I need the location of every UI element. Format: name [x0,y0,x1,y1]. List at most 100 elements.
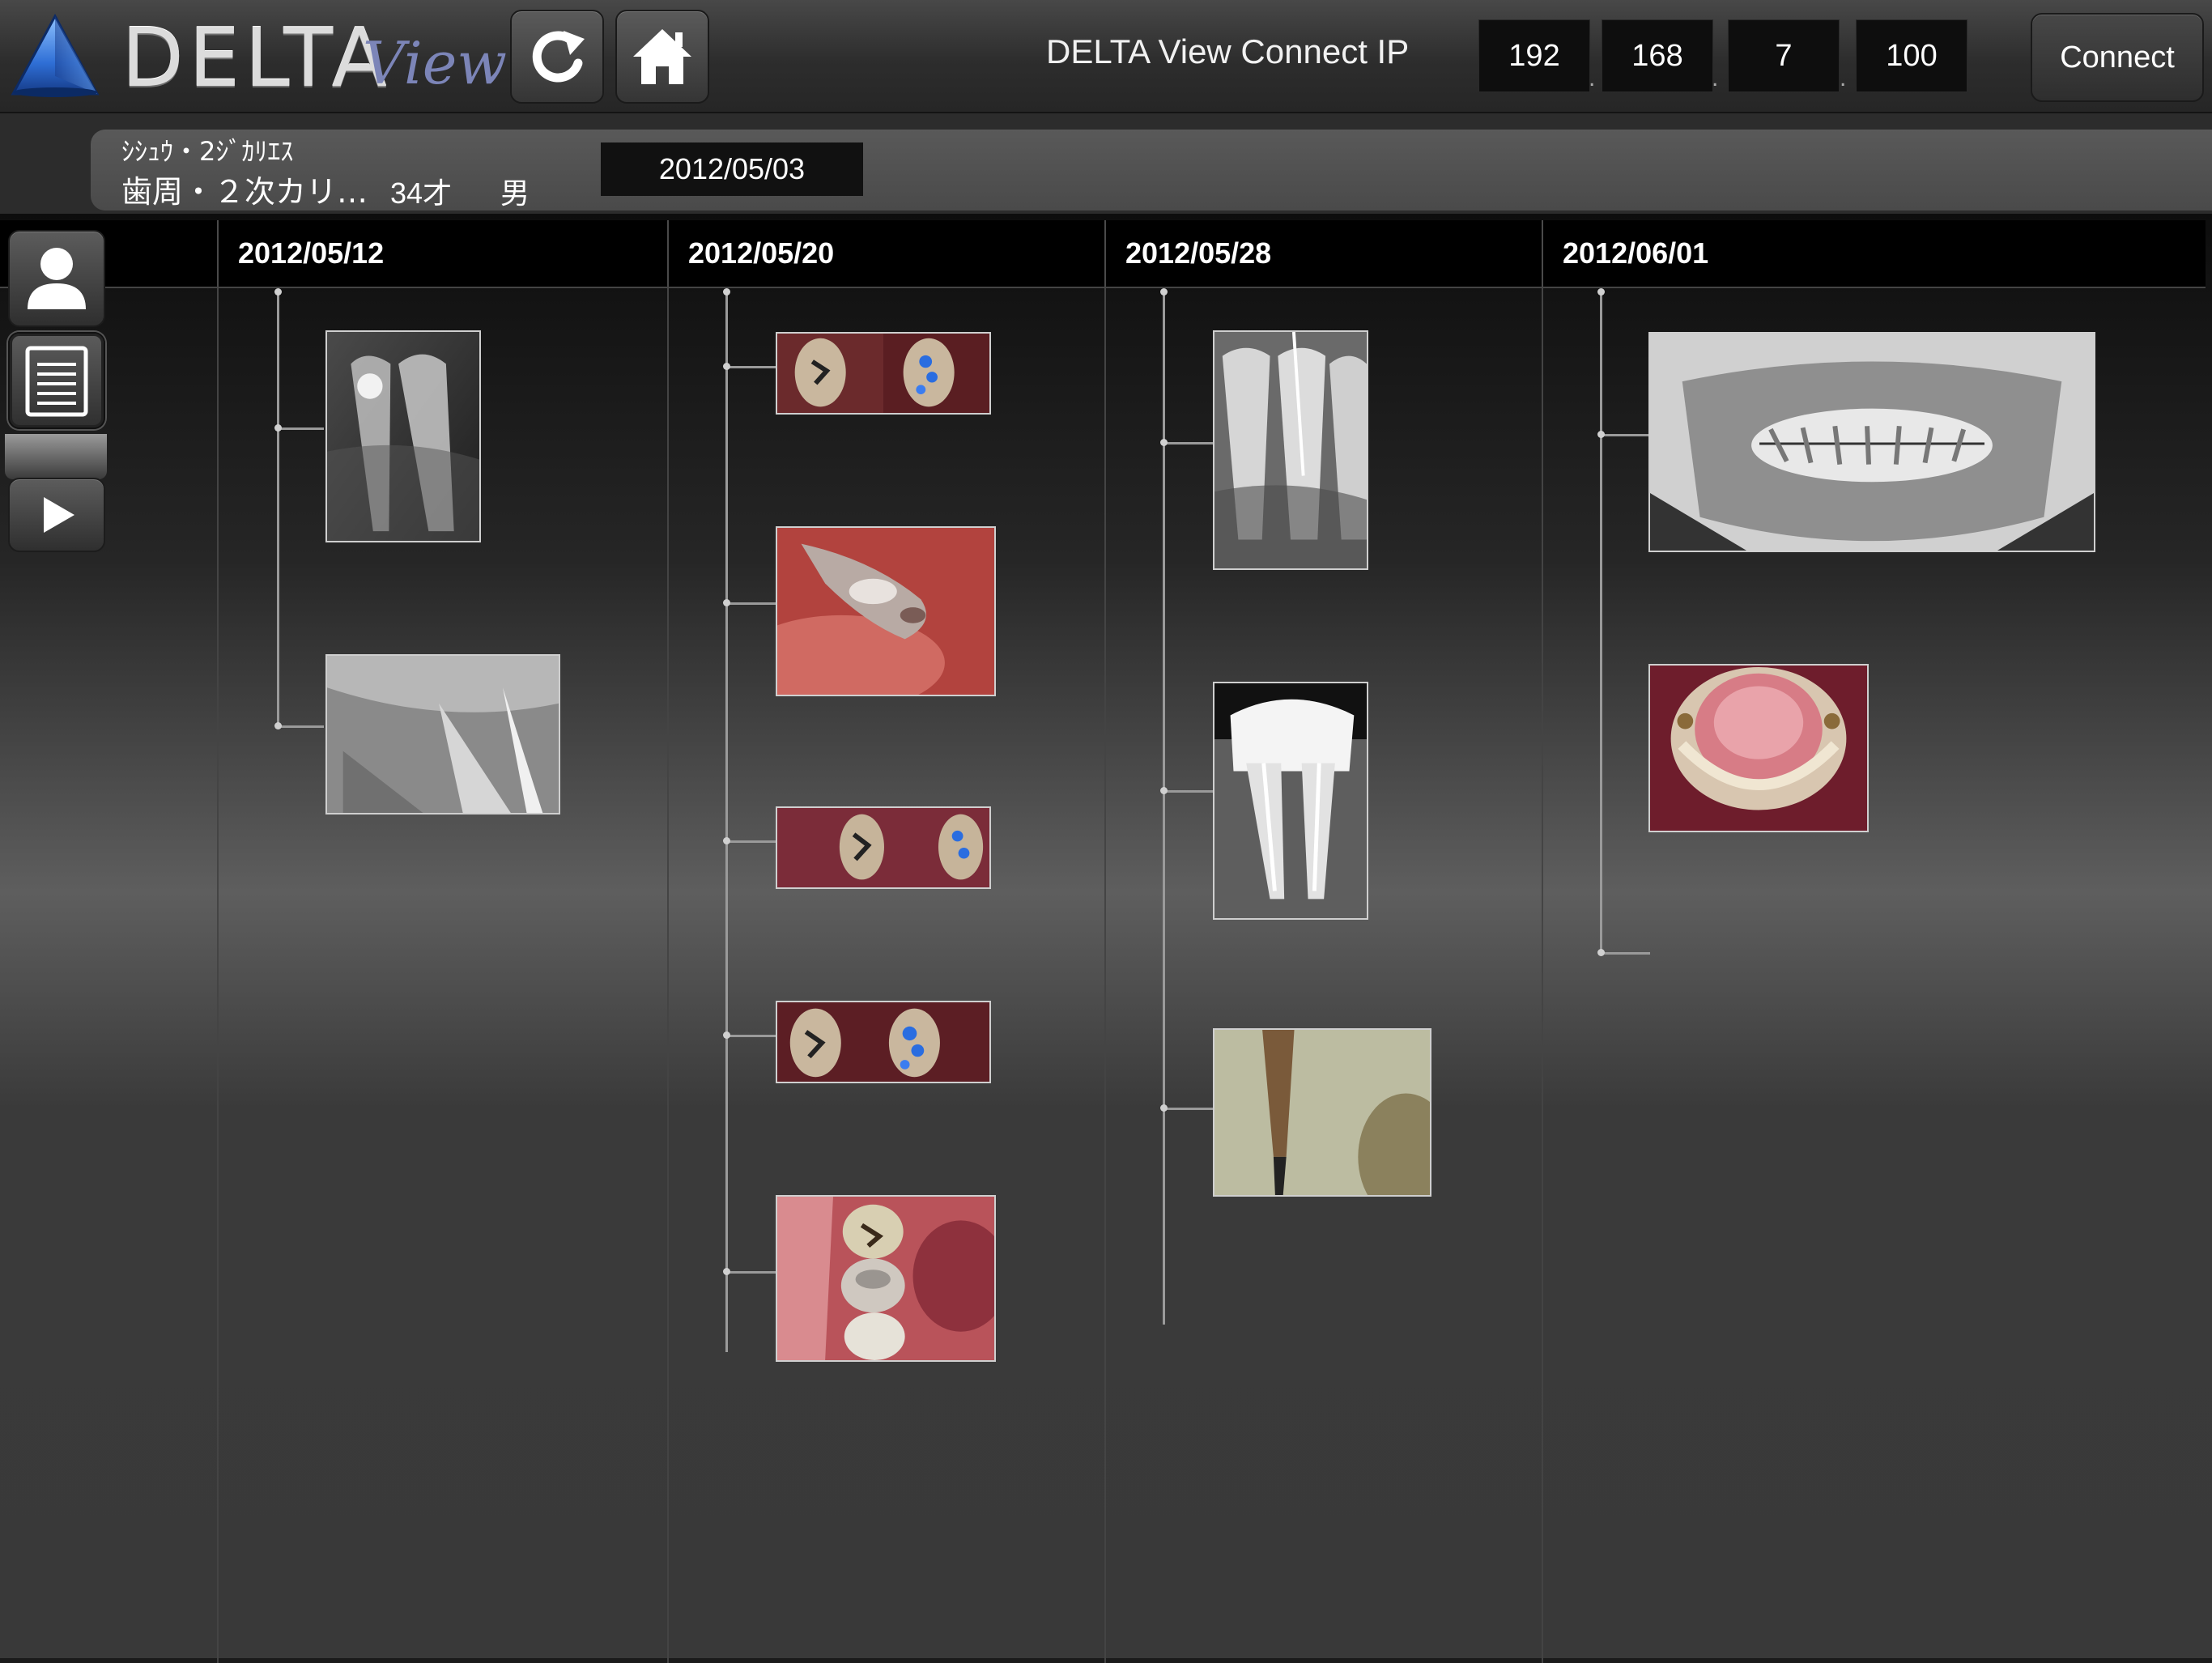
date-label: 2012/06/01 [1563,236,1709,270]
patient-kana: ｼｼｭｳ・2ｼﾞｶﾘｴｽ [121,136,294,167]
tree-node [274,722,282,729]
xray-thumbnail[interactable] [325,654,560,814]
patient-bar: ｼｼｭｳ・2ｼﾞｶﾘｴｽ 歯周・２次カリ… 34才 男 2012/05/03 [0,113,2212,214]
home-icon [633,29,691,84]
microscope-thumbnail[interactable] [1213,1028,1431,1197]
timeline-date-header: 2012/05/12 2012/05/20 2012/05/28 2012/06… [0,220,2206,288]
patient-diagnosis: 歯周・２次カリ… [121,174,368,210]
tree-node [723,599,730,606]
tree-node [723,288,730,296]
tree-node [274,288,282,296]
intraoral-thumbnail[interactable] [776,526,996,696]
patient-sex: 男 [500,177,530,211]
intraoral-thumbnail[interactable] [776,1195,996,1362]
first-visit-date: 2012/05/03 [601,142,863,196]
date-cell[interactable]: 2012/05/28 [1104,220,1542,287]
ip-field-3[interactable]: 7 [1728,19,1840,92]
intraoral-thumbnail[interactable] [776,1001,991,1083]
xray-image [327,332,479,541]
document-button[interactable] [8,332,105,429]
tree-branch [725,840,776,843]
column-divider [217,287,219,1663]
tree-node [723,363,730,370]
tree-branch [1600,434,1650,436]
tree-node [723,1031,730,1039]
document-icon [25,346,88,417]
column-divider [667,287,669,1663]
tree-node [1160,787,1168,794]
tree-trunk [1600,291,1602,954]
tree-branch [1163,1108,1213,1110]
intraoral-image [1650,666,1867,831]
column-divider [1542,287,1543,1663]
tree-branch [725,366,776,368]
play-button[interactable] [8,478,105,552]
microscope-image [1214,1030,1430,1195]
ip-field-2[interactable]: 168 [1602,19,1713,92]
connect-button[interactable]: Connect [2031,13,2204,102]
date-cell[interactable]: 2012/05/20 [667,220,1104,287]
tree-node [1160,439,1168,446]
ip-separator: . [1712,65,1719,91]
logo-text: DELTA [121,11,392,105]
xray-image [327,656,559,813]
xray-thumbnail[interactable] [325,330,481,542]
logo-script: View [363,29,507,97]
refresh-button[interactable] [510,10,604,104]
tree-branch [277,725,324,728]
intraoral-thumbnail[interactable] [1648,664,1869,832]
ip-separator: . [1840,65,1847,91]
timeline-area: 2012/05/12 2012/05/20 2012/05/28 2012/06… [0,214,2212,1663]
intraoral-image [777,1002,989,1082]
date-label: 2012/05/20 [688,236,835,270]
drawer-tab[interactable] [5,434,107,479]
intraoral-image [777,334,989,413]
intraoral-image [777,808,989,887]
delta-view-logo: DELTA View [6,11,507,105]
tree-node [274,424,282,432]
top-toolbar: DELTA View DELTA View Connect IP 192 . 1… [0,0,2212,113]
tree-trunk [725,291,728,1352]
intraoral-image [777,1197,994,1360]
tree-trunk [1163,291,1165,1325]
tree-node [1160,288,1168,296]
tree-node [1597,949,1605,956]
xray-thumbnail[interactable] [1213,682,1368,920]
panoramic-xray-image [1650,334,2094,551]
ip-separator: . [1589,65,1596,91]
xray-image [1214,332,1367,568]
play-icon [44,497,74,533]
patient-age: 34才 [390,177,453,210]
patient-icon [28,248,86,309]
date-cell[interactable]: 2012/06/01 [1542,220,2206,287]
connect-ip-label: DELTA View Connect IP [1046,32,1410,70]
intraoral-thumbnail[interactable] [776,806,991,889]
date-label: 2012/05/28 [1125,236,1272,270]
panoramic-xray-thumbnail[interactable] [1648,332,2095,552]
tree-branch [277,427,324,430]
tree-trunk [277,291,279,724]
tree-node [1597,288,1605,296]
intraoral-thumbnail[interactable] [776,332,991,415]
tree-branch [1163,790,1213,793]
delta-triangle-icon [11,13,100,97]
column-divider [1104,287,1106,1663]
ip-field-1[interactable]: 192 [1478,19,1590,92]
date-label: 2012/05/12 [238,236,385,270]
refresh-icon [532,31,585,83]
patient-button[interactable] [8,230,105,327]
tree-branch [725,1271,776,1274]
xray-thumbnail[interactable] [1213,330,1368,570]
tree-node [1597,431,1605,438]
ip-field-4[interactable]: 100 [1856,19,1967,92]
date-cell[interactable]: 2012/05/12 [217,220,667,287]
home-button[interactable] [615,10,709,104]
tree-branch [1163,442,1213,444]
tree-node [1160,1104,1168,1112]
intraoral-image [777,528,994,695]
tree-node [723,1268,730,1275]
tree-node [723,837,730,844]
tree-branch [1600,952,1650,955]
xray-image [1214,683,1367,918]
tree-branch [725,602,776,605]
